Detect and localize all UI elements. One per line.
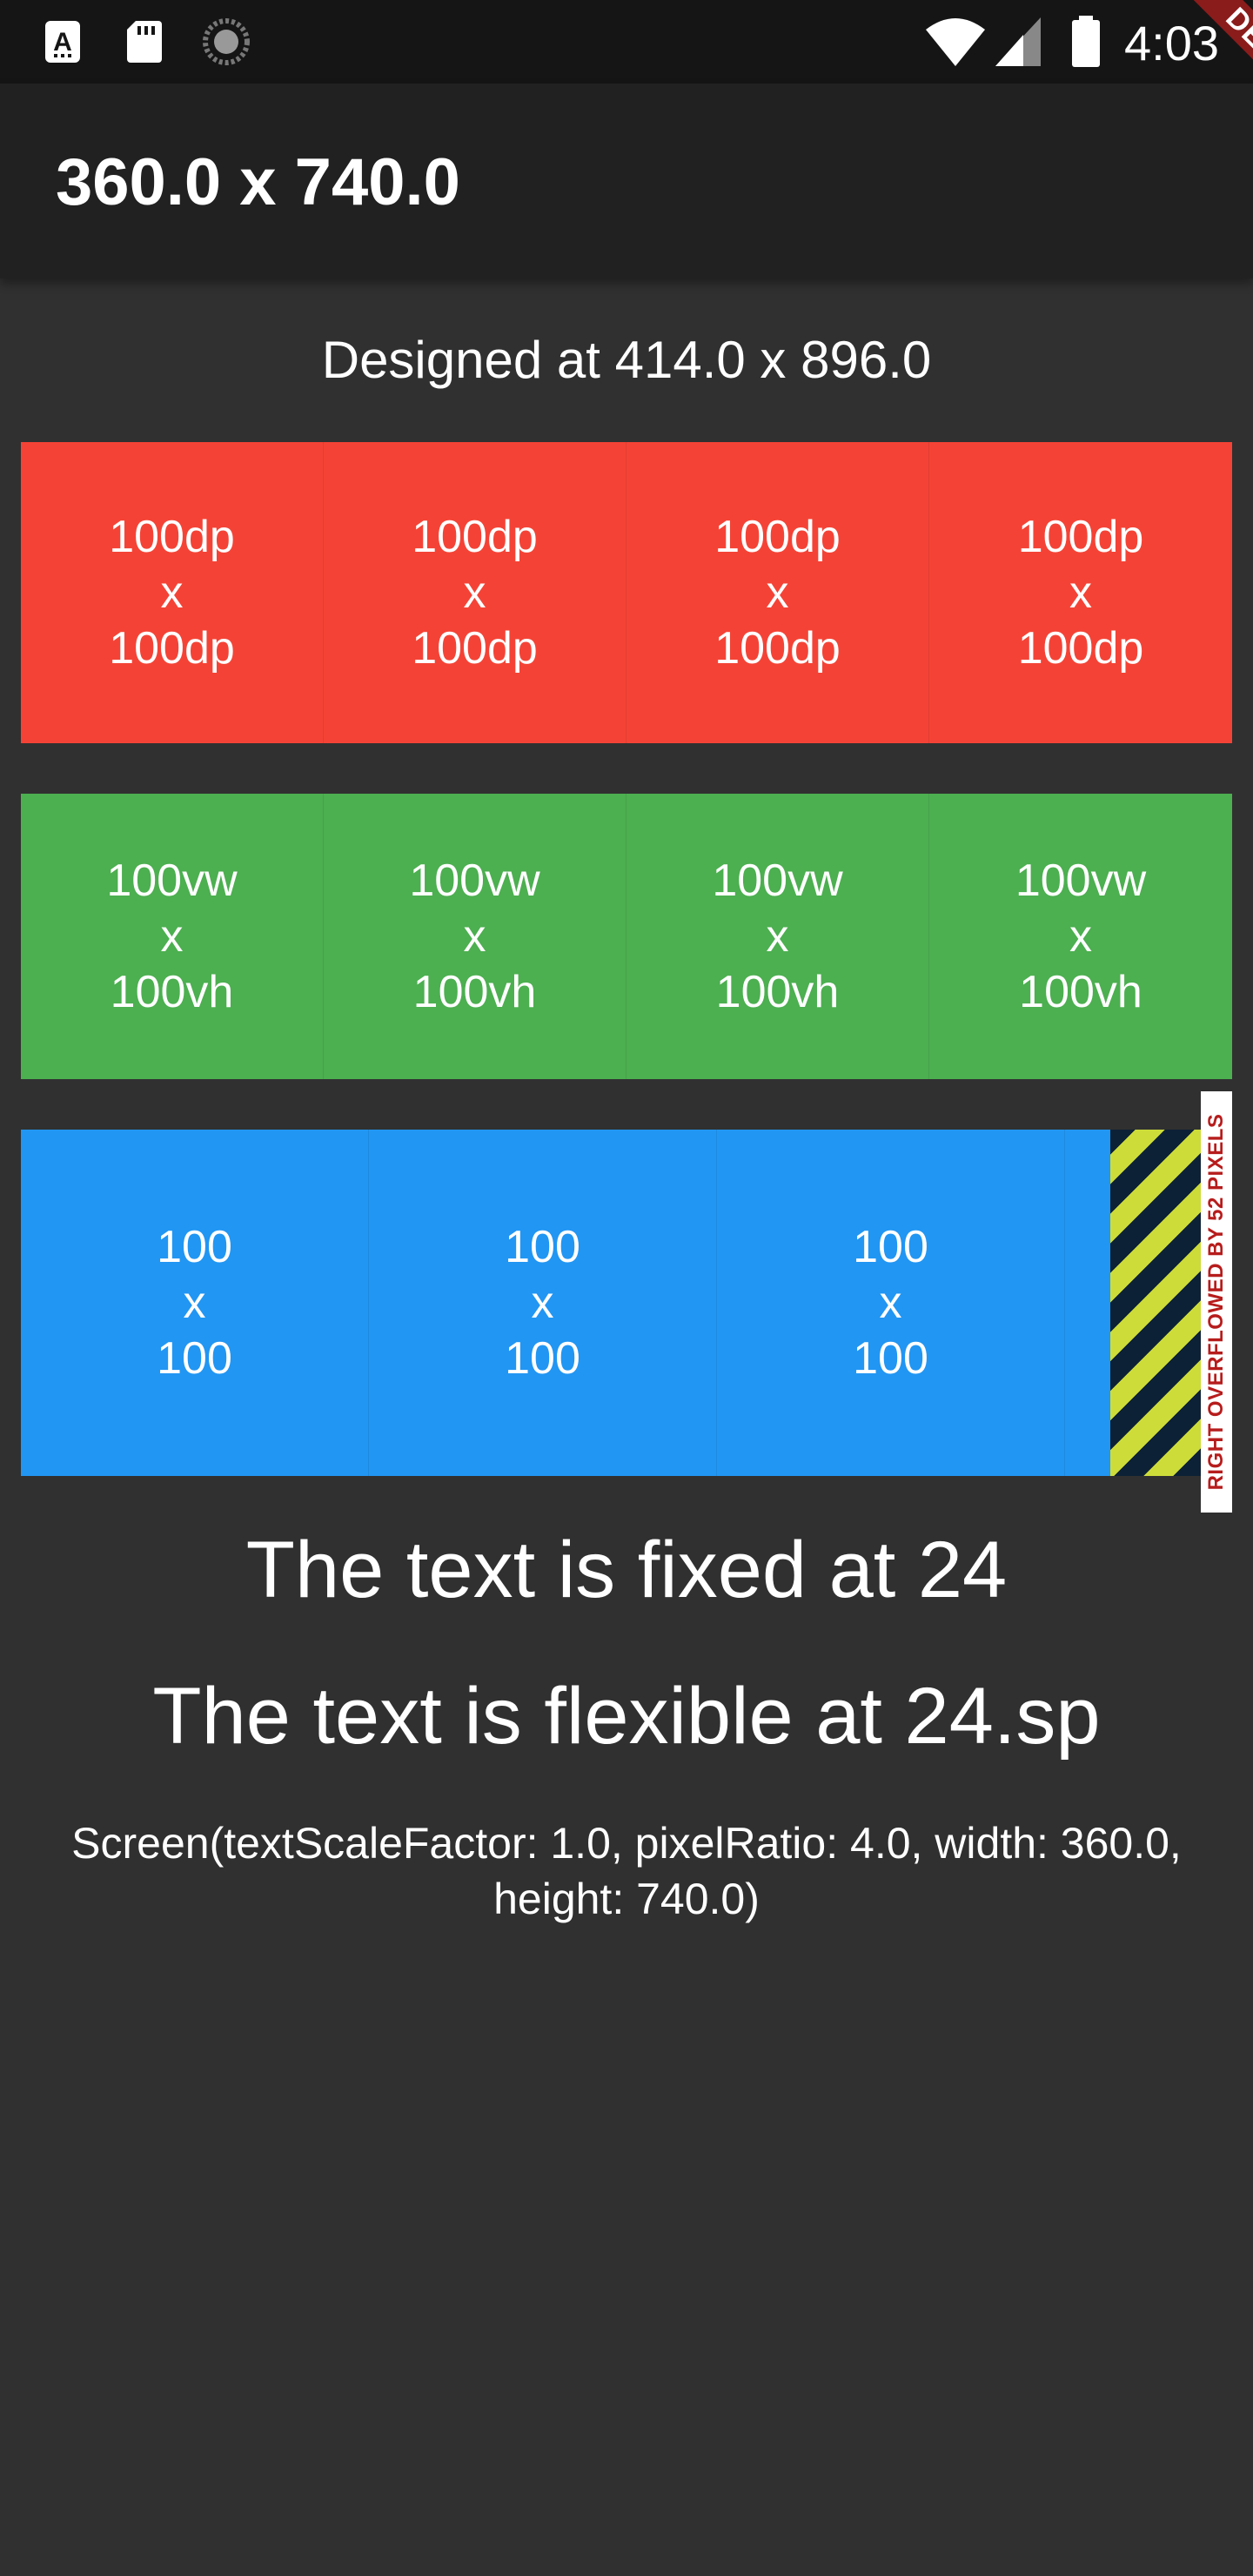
cell-x-label: x [463, 911, 486, 962]
dp-cell: 100dp x 100dp [324, 442, 626, 743]
cell-width-label: 100vw [1015, 855, 1147, 906]
vw-cell: 100vw x 100vh [324, 794, 626, 1079]
cell-height-label: 100dp [412, 623, 538, 674]
cell-width-label: 100dp [714, 512, 841, 562]
cell-x-label: x [766, 911, 789, 962]
px-row: 100 x 100 100 x 100 100 x 100 [21, 1130, 1232, 1476]
app-a-icon: A [45, 21, 80, 63]
cell-x-label: x [879, 1278, 902, 1328]
cell-signal-icon [995, 17, 1041, 66]
loading-spinner-icon [203, 18, 250, 65]
cell-x-label: x [463, 567, 486, 618]
page-title: 360.0 x 740.0 [56, 145, 460, 219]
dp-cell: 100dp x 100dp [21, 442, 324, 743]
cell-x-label: x [160, 911, 184, 962]
cell-width-label: 100dp [109, 512, 235, 562]
cell-x-label: x [531, 1278, 554, 1328]
cell-width-label: 100dp [1017, 512, 1144, 562]
cell-height-label: 100 [505, 1333, 580, 1384]
cell-height-label: 100dp [714, 623, 841, 674]
cell-height-label: 100 [853, 1333, 928, 1384]
dp-cell: 100dp x 100dp [626, 442, 929, 743]
cell-x-label: x [160, 567, 184, 618]
cell-height-label: 100dp [109, 623, 235, 674]
px-cell: 100 x 100 [369, 1130, 717, 1476]
screen-info-text: Screen(textScaleFactor: 1.0, pixelRatio:… [71, 1819, 1182, 1923]
vw-cell: 100vw x 100vh [21, 794, 324, 1079]
vw-row: 100vw x 100vh 100vw x 100vh 100vw x 100v… [21, 794, 1232, 1079]
overflow-warning-label: RIGHT OVERFLOWED BY 52 PIXELS [1204, 1113, 1228, 1491]
cell-x-label: x [183, 1278, 206, 1328]
cell-width-label: 100 [157, 1222, 232, 1272]
svg-text:A: A [53, 28, 72, 57]
battery-icon [1072, 16, 1100, 67]
cell-width-label: 100dp [412, 512, 538, 562]
cell-height-label: 100dp [1017, 623, 1144, 674]
cell-height-label: 100vh [412, 967, 537, 1017]
cell-x-label: x [1069, 911, 1092, 962]
vw-cell: 100vw x 100vh [929, 794, 1232, 1079]
cell-x-label: x [1069, 567, 1092, 618]
cell-x-label: x [766, 567, 789, 618]
designed-label: Designed at 414.0 x 896.0 [321, 331, 932, 389]
sd-card-icon [127, 21, 162, 63]
flexible-text-sample: The text is flexible at 24.sp [152, 1672, 1101, 1761]
wifi-icon [926, 18, 985, 66]
px-cell: 100 x 100 [717, 1130, 1065, 1476]
cell-width-label: 100vw [409, 855, 540, 906]
fixed-text-sample: The text is fixed at 24 [245, 1526, 1008, 1614]
dp-row: 100dp x 100dp 100dp x 100dp 100dp x 100d… [21, 442, 1232, 743]
px-cell: 100 x 100 [21, 1130, 369, 1476]
cell-width-label: 100 [505, 1222, 580, 1272]
cell-width-label: 100vw [712, 855, 843, 906]
cell-width-label: 100 [853, 1222, 928, 1272]
cell-height-label: 100vh [1019, 967, 1142, 1017]
status-clock: 4:03 [1124, 16, 1219, 70]
cell-width-label: 100vw [106, 855, 238, 906]
cell-height-label: 100 [157, 1333, 232, 1384]
status-bar: A 4:03 [0, 0, 1253, 84]
vw-cell: 100vw x 100vh [626, 794, 929, 1079]
cell-height-label: 100vh [110, 967, 234, 1017]
cell-height-label: 100vh [715, 967, 840, 1017]
dp-cell: 100dp x 100dp [929, 442, 1232, 743]
